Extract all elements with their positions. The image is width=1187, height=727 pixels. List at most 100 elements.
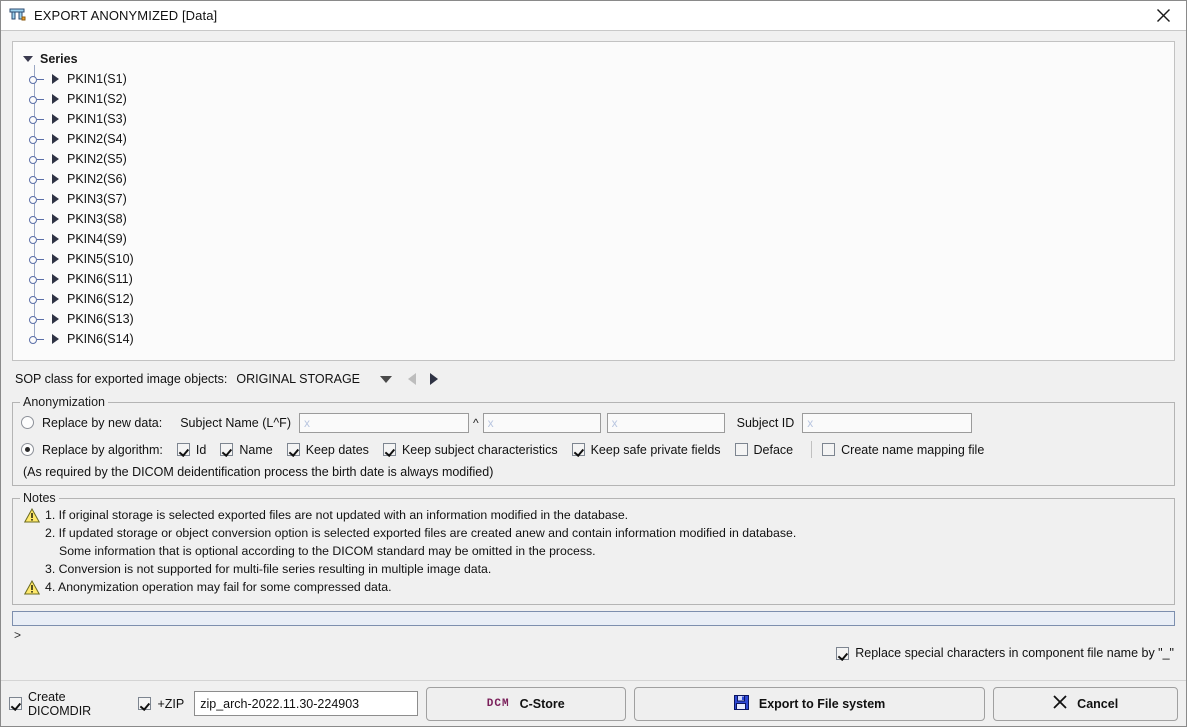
triangle-right-icon[interactable] — [52, 274, 59, 284]
checkbox-box[interactable] — [382, 443, 396, 456]
tree-row[interactable]: PKIN4(S9) — [29, 229, 1174, 249]
tree-row[interactable]: PKIN1(S3) — [29, 109, 1174, 129]
triangle-right-icon[interactable] — [52, 194, 59, 204]
close-icon[interactable] — [1140, 1, 1186, 30]
tree-item-label: PKIN2(S4) — [67, 132, 127, 146]
cancel-button[interactable]: Cancel — [993, 686, 1179, 721]
checkbox-box[interactable] — [220, 443, 234, 456]
triangle-right-icon[interactable] — [52, 334, 59, 344]
tree-node-handle-icon[interactable] — [28, 293, 45, 305]
cancel-label: Cancel — [1077, 696, 1119, 711]
triangle-left-icon[interactable] — [408, 373, 417, 385]
export-label: Export to File system — [758, 696, 886, 711]
last-name-input[interactable] — [298, 412, 469, 433]
tree-row[interactable]: PKIN3(S8) — [29, 209, 1174, 229]
subject-id-label: Subject ID — [736, 415, 795, 430]
checkbox-box[interactable] — [9, 697, 22, 710]
tree-row[interactable]: PKIN2(S6) — [29, 169, 1174, 189]
dialog-body: Series PKIN1(S1) PKIN1(S2) PKIN1(S3) PKIN2(… — [1, 31, 1186, 674]
replace-by-algorithm-label: Replace by algorithm: — [42, 442, 163, 457]
radio-replace-by-algorithm[interactable] — [21, 443, 34, 456]
checkbox-keep-dates[interactable]: Keep dates — [286, 443, 369, 457]
checkbox-zip[interactable]: +ZIP — [138, 697, 184, 711]
triangle-right-icon[interactable] — [52, 74, 59, 84]
sop-class-label: SOP class for exported image objects: — [15, 372, 228, 386]
tree-node-handle-icon[interactable] — [28, 113, 45, 125]
subject-id-input[interactable] — [802, 412, 973, 433]
tree-row[interactable]: PKIN2(S4) — [29, 129, 1174, 149]
triangle-right-icon[interactable] — [52, 154, 59, 164]
checkbox-create-dicomdir[interactable]: Create DICOMDIR — [9, 690, 128, 718]
triangle-right-icon[interactable] — [52, 214, 59, 224]
tree-node-handle-icon[interactable] — [28, 173, 45, 185]
tree-row[interactable]: PKIN1(S1) — [29, 69, 1174, 89]
tree-row[interactable]: PKIN6(S11) — [29, 269, 1174, 289]
tree-node-handle-icon[interactable] — [28, 313, 45, 325]
tree-node-handle-icon[interactable] — [28, 233, 45, 245]
name-separator-label: ^ — [472, 415, 479, 430]
triangle-down-icon[interactable] — [380, 375, 393, 383]
warning-triangle-icon — [19, 579, 45, 595]
triangle-right-icon[interactable] — [52, 234, 59, 244]
triangle-right-icon[interactable] — [52, 314, 59, 324]
tree-node-handle-icon[interactable] — [28, 213, 45, 225]
note-text: Some information that is optional accord… — [59, 544, 596, 558]
triangle-right-icon[interactable] — [52, 294, 59, 304]
checkbox-box[interactable] — [138, 697, 152, 710]
checkbox-deface[interactable]: Deface — [734, 443, 793, 457]
dicom-app-icon — [9, 8, 27, 24]
tree-root-series[interactable]: Series — [13, 48, 1174, 69]
checkbox-box[interactable] — [571, 443, 585, 456]
checkbox-name[interactable]: Name — [220, 443, 273, 457]
tree-node-handle-icon[interactable] — [28, 253, 45, 265]
triangle-right-icon[interactable] — [52, 254, 59, 264]
triangle-right-icon[interactable] — [430, 373, 439, 385]
triangle-right-icon[interactable] — [52, 94, 59, 104]
triangle-right-icon[interactable] — [52, 134, 59, 144]
tree-row[interactable]: PKIN6(S14) — [29, 329, 1174, 349]
chevron-down-icon[interactable] — [23, 55, 33, 62]
tree-row[interactable]: PKIN6(S13) — [29, 309, 1174, 329]
note-spacer — [19, 543, 45, 544]
tree-node-handle-icon[interactable] — [28, 193, 45, 205]
tree-node-handle-icon[interactable] — [28, 93, 45, 105]
checkbox-keep-safe-private-fields[interactable]: Keep safe private fields — [571, 443, 721, 457]
checkbox-replace-special-characters[interactable]: Replace special characters in component … — [836, 646, 1174, 660]
replace-by-algorithm-row: Replace by algorithm: Id Name Keep dates Ke… — [21, 438, 1166, 461]
triangle-right-icon[interactable] — [52, 174, 59, 184]
floppy-disk-icon — [733, 694, 749, 713]
checkbox-box[interactable] — [734, 443, 748, 456]
checkbox-box[interactable] — [822, 443, 836, 456]
radio-replace-by-new-data[interactable] — [21, 416, 34, 429]
tree-row[interactable]: PKIN1(S2) — [29, 89, 1174, 109]
tree-node-handle-icon[interactable] — [28, 273, 45, 285]
first-name-input[interactable] — [482, 412, 601, 433]
note-text: 4. Anonymization operation may fail for … — [45, 580, 392, 594]
tree-row[interactable]: PKIN5(S10) — [29, 249, 1174, 269]
archive-name-input[interactable] — [194, 691, 418, 716]
checkbox-box[interactable] — [286, 443, 300, 456]
middle-name-input[interactable] — [606, 412, 725, 433]
sop-class-value[interactable]: ORIGINAL STORAGE — [236, 372, 360, 386]
tree-node-handle-icon[interactable] — [28, 333, 45, 345]
series-tree-panel[interactable]: Series PKIN1(S1) PKIN1(S2) PKIN1(S3) PKIN2(… — [12, 41, 1175, 361]
status-text: > — [14, 628, 22, 642]
checkbox-box[interactable] — [836, 646, 850, 660]
special-chars-row: Replace special characters in component … — [12, 646, 1175, 660]
replace-by-new-data-label: Replace by new data: — [42, 415, 163, 430]
tree-node-handle-icon[interactable] — [28, 73, 45, 85]
tree-row[interactable]: PKIN2(S5) — [29, 149, 1174, 169]
checkbox-label: +ZIP — [157, 696, 185, 711]
c-store-button[interactable]: DCM C-Store — [425, 686, 626, 721]
tree-node-handle-icon[interactable] — [28, 153, 45, 165]
triangle-right-icon[interactable] — [52, 114, 59, 124]
checkbox-box[interactable] — [176, 443, 190, 456]
tree-row[interactable]: PKIN6(S12) — [29, 289, 1174, 309]
export-to-file-system-button[interactable]: Export to File system — [633, 686, 986, 721]
tree-node-handle-icon[interactable] — [28, 133, 45, 145]
checkbox-keep-subject-characteristics[interactable]: Keep subject characteristics — [382, 443, 558, 457]
checkbox-create-name-mapping-file[interactable]: Create name mapping file — [822, 443, 984, 457]
options-divider — [811, 441, 813, 458]
checkbox-id[interactable]: Id — [176, 443, 206, 457]
tree-row[interactable]: PKIN3(S7) — [29, 189, 1174, 209]
